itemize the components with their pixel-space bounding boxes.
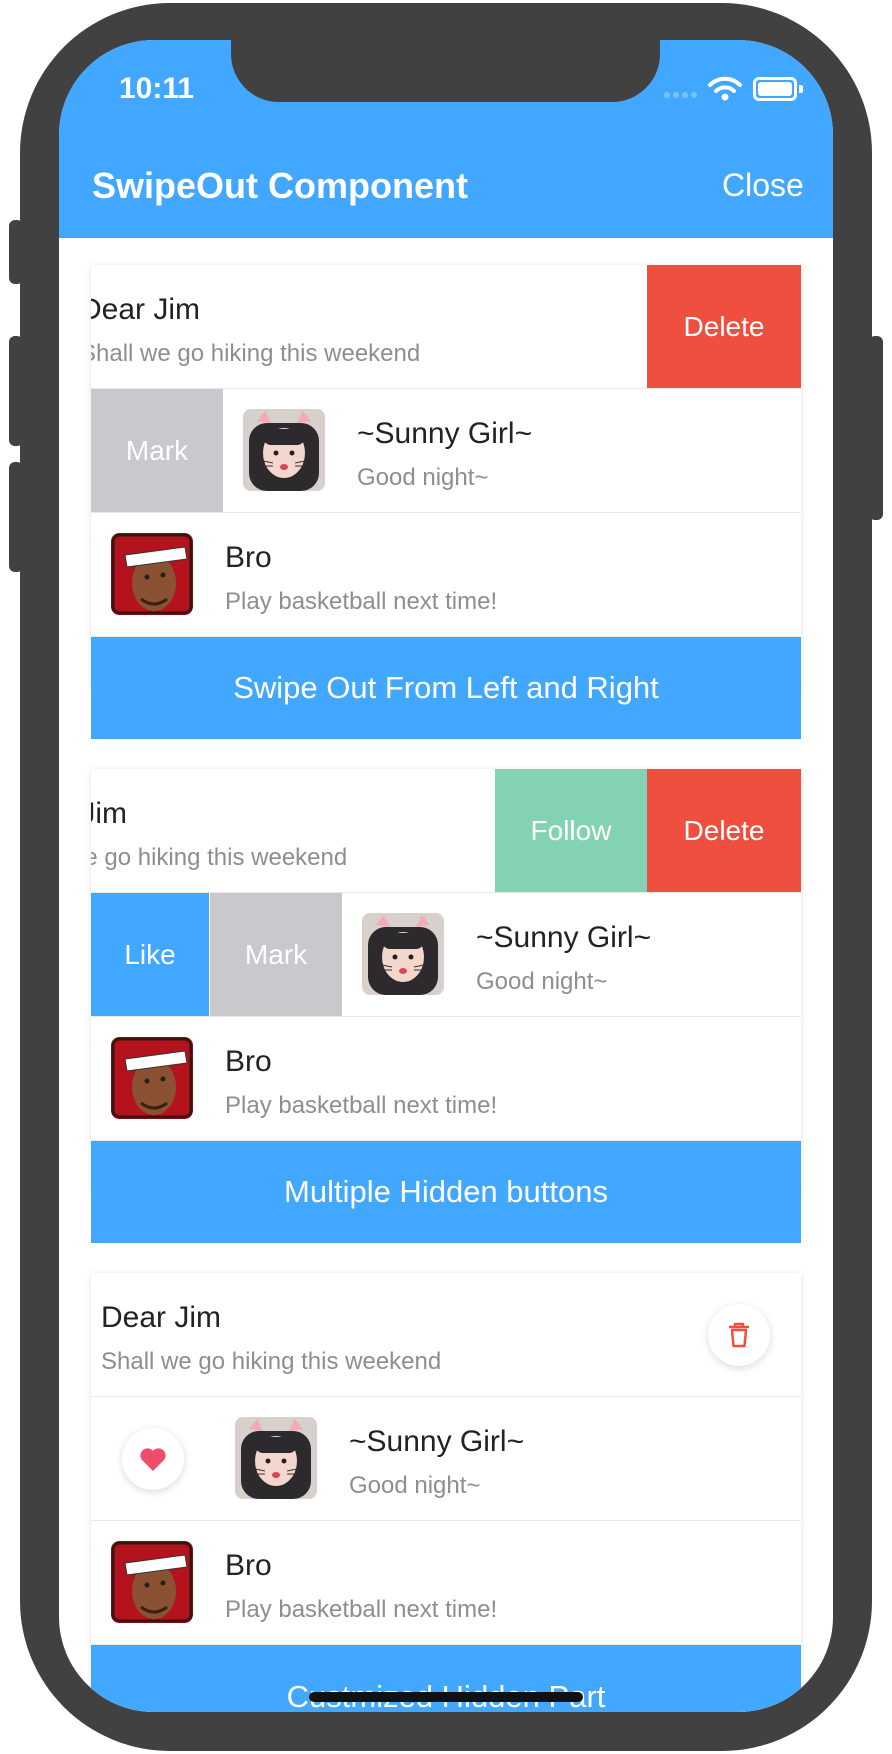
delete-button[interactable]: Delete [647, 769, 801, 892]
list-item-sunny[interactable]: ~Sunny Girl~ Good night~ [91, 1397, 801, 1521]
list-item-content: ~Sunny Girl~ Good night~ [243, 389, 763, 512]
contact-message: Good night~ [357, 464, 489, 491]
contact-message: Good night~ [476, 968, 608, 995]
multiple-hidden-buttons-button[interactable]: Multiple Hidden buttons [91, 1141, 801, 1243]
nav-header: 10:11 SwipeOut Component Close [59, 40, 833, 238]
follow-button[interactable]: Follow [495, 769, 647, 892]
power-button [869, 336, 883, 520]
list-item-content: Dear Jim Shall we go hiking this weekend [91, 769, 527, 892]
contact-message: Play basketball next time! [225, 588, 498, 615]
contact-message: Shall we go hiking this weekend [91, 844, 348, 871]
list-item-sunny[interactable]: Mark ~Sunny Girl~ Good night~ [91, 389, 801, 513]
contact-message: Play basketball next time! [225, 1092, 498, 1119]
swipe-left-right-button[interactable]: Swipe Out From Left and Right [91, 637, 801, 739]
list-item-jim[interactable]: Dear Jim Shall we go hiking this weekend [91, 1273, 801, 1397]
delete-button[interactable]: Delete [647, 265, 801, 388]
card-customized-hidden-part: Dear Jim Shall we go hiking this weekend [91, 1273, 801, 1712]
like-circle-button[interactable] [122, 1428, 184, 1490]
contact-name: ~Sunny Girl~ [357, 417, 533, 450]
list-item-jim[interactable]: Dear Jim Shall we go hiking this weekend… [91, 265, 801, 389]
card-swipe-left-right: Dear Jim Shall we go hiking this weekend… [91, 265, 801, 739]
contact-name: Dear Jim [91, 797, 128, 830]
avatar-sunny [235, 1417, 317, 1499]
avatar-sunny [243, 409, 325, 491]
list-item-content: ~Sunny Girl~ Good night~ [235, 1397, 755, 1520]
mark-button[interactable]: Mark [210, 893, 342, 1016]
list-item-content: Bro Play basketball next time! [111, 1521, 631, 1644]
like-button[interactable]: Like [91, 893, 209, 1016]
volume-up-button [9, 336, 23, 446]
avatar-bro [111, 1541, 193, 1623]
trash-icon [729, 1322, 749, 1348]
volume-down-button [9, 462, 23, 572]
list-item-sunny[interactable]: Like Mark ~Sunny Girl~ Good night~ [91, 893, 801, 1017]
contact-name: ~Sunny Girl~ [349, 1425, 525, 1458]
contact-name: Bro [225, 541, 272, 574]
contact-message: Shall we go hiking this weekend [101, 1348, 442, 1375]
avatar-bro [111, 1037, 193, 1119]
heart-icon [140, 1448, 166, 1471]
contact-name: ~Sunny Girl~ [476, 921, 652, 954]
contact-name: Bro [225, 1045, 272, 1078]
contact-message: Shall we go hiking this weekend [91, 340, 421, 367]
card-multiple-hidden-buttons: Dear Jim Shall we go hiking this weekend… [91, 769, 801, 1243]
delete-circle-button[interactable] [708, 1304, 770, 1366]
status-time: 10:11 [119, 72, 195, 105]
contact-name: Bro [225, 1549, 272, 1582]
list-item-content: Dear Jim Shall we go hiking this weekend [91, 265, 600, 388]
contact-name: Dear Jim [91, 293, 201, 326]
avatar-bro [111, 533, 193, 615]
phone-screen: 10:11 SwipeOut Component Close Dear Jim … [59, 40, 833, 1712]
page-title: SwipeOut Component [92, 165, 468, 206]
list-item-content: Bro Play basketball next time! [111, 1017, 631, 1140]
list-item-bro[interactable]: Bro Play basketball next time! [91, 1017, 801, 1141]
contact-message: Play basketball next time! [225, 1596, 498, 1623]
contact-message: Good night~ [349, 1472, 481, 1499]
mark-button[interactable]: Mark [91, 389, 223, 512]
list-item-bro[interactable]: Bro Play basketball next time! [91, 1521, 801, 1645]
list-item-bro[interactable]: Bro Play basketball next time! [91, 513, 801, 637]
mute-switch [9, 220, 23, 284]
list-item-content: Bro Play basketball next time! [111, 513, 631, 636]
list-item-jim[interactable]: Dear Jim Shall we go hiking this weekend… [91, 769, 801, 893]
list-item-content: ~Sunny Girl~ Good night~ [362, 893, 782, 1016]
notch [231, 40, 660, 102]
signal-dots-icon [664, 92, 700, 100]
list-item-content: Dear Jim Shall we go hiking this weekend [101, 1273, 621, 1396]
home-indicator[interactable] [309, 1692, 583, 1702]
contact-name: Dear Jim [101, 1301, 222, 1334]
wifi-icon [708, 76, 742, 101]
avatar-sunny [362, 913, 444, 995]
battery-icon [753, 77, 803, 101]
close-button[interactable]: Close [722, 167, 804, 204]
